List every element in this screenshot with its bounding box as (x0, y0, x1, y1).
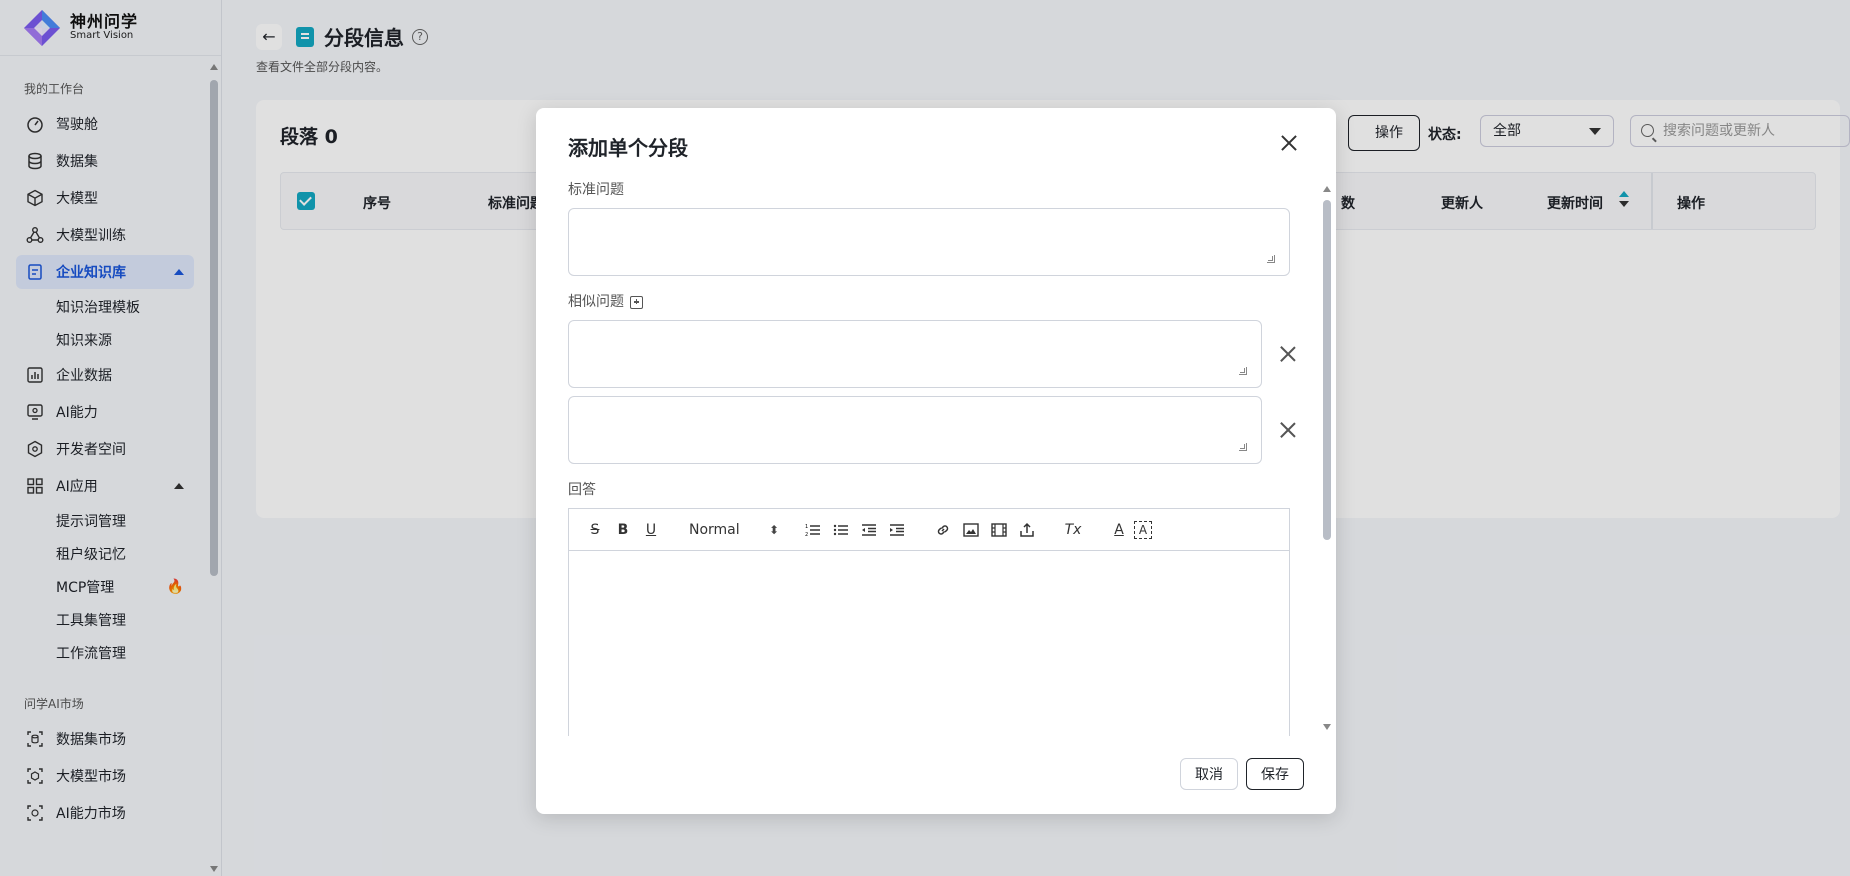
similar-question-row (568, 320, 1298, 388)
modal-scrollbar[interactable] (1320, 186, 1334, 730)
text-color-button[interactable]: A (1107, 518, 1131, 542)
resize-handle-icon[interactable] (1267, 255, 1275, 263)
answer-label: 回答 (568, 482, 596, 498)
indent-icon[interactable] (885, 518, 909, 542)
modal-body: 标准问题 相似问题 回答 S B U Normal 12 (568, 180, 1298, 736)
scroll-up-arrow-icon[interactable] (1323, 186, 1331, 192)
upload-icon[interactable] (1015, 518, 1039, 542)
similar-question-textarea[interactable] (568, 396, 1262, 464)
video-icon[interactable] (987, 518, 1011, 542)
similar-question-label: 相似问题 (568, 294, 624, 310)
clear-format-button[interactable]: Tx (1061, 518, 1085, 542)
standard-question-textarea[interactable] (568, 208, 1290, 276)
similar-question-row (568, 396, 1298, 464)
save-button[interactable]: 保存 (1246, 758, 1304, 790)
similar-question-label-row: 相似问题 (568, 292, 1298, 312)
resize-handle-icon[interactable] (1239, 443, 1247, 451)
editor-toolbar: S B U Normal 12 Tx A A (569, 509, 1289, 551)
add-segment-modal: 添加单个分段 标准问题 相似问题 回答 S B U Normal ⬍ 1 2 T… (536, 108, 1336, 814)
link-icon[interactable] (931, 518, 955, 542)
close-icon[interactable] (1280, 134, 1298, 152)
scroll-down-arrow-icon[interactable] (1323, 724, 1331, 730)
bold-button[interactable]: B (611, 518, 635, 542)
answer-rich-editor: S B U Normal 12 Tx A A (568, 508, 1290, 736)
highlight-color-button[interactable]: A (1134, 520, 1152, 539)
answer-editor-area[interactable] (569, 551, 1289, 736)
resize-handle-icon[interactable] (1239, 367, 1247, 375)
image-icon[interactable] (959, 518, 983, 542)
remove-similar-question-icon[interactable] (1280, 346, 1296, 362)
bullet-list-icon[interactable] (829, 518, 853, 542)
strikethrough-button[interactable]: S (583, 518, 607, 542)
add-similar-question-icon[interactable] (630, 295, 643, 309)
svg-text:2: 2 (805, 532, 808, 537)
ordered-list-icon[interactable]: 12 (801, 518, 825, 542)
underline-button[interactable]: U (639, 518, 663, 542)
remove-similar-question-icon[interactable] (1280, 422, 1296, 438)
standard-question-label: 标准问题 (568, 182, 624, 198)
format-select[interactable]: Normal (689, 518, 783, 542)
svg-text:1: 1 (805, 524, 808, 530)
scroll-thumb[interactable] (1323, 200, 1331, 540)
modal-title: 添加单个分段 (568, 136, 688, 160)
cancel-button[interactable]: 取消 (1180, 758, 1238, 790)
modal-footer: 取消 保存 (1172, 758, 1304, 790)
outdent-icon[interactable] (857, 518, 881, 542)
similar-question-textarea[interactable] (568, 320, 1262, 388)
